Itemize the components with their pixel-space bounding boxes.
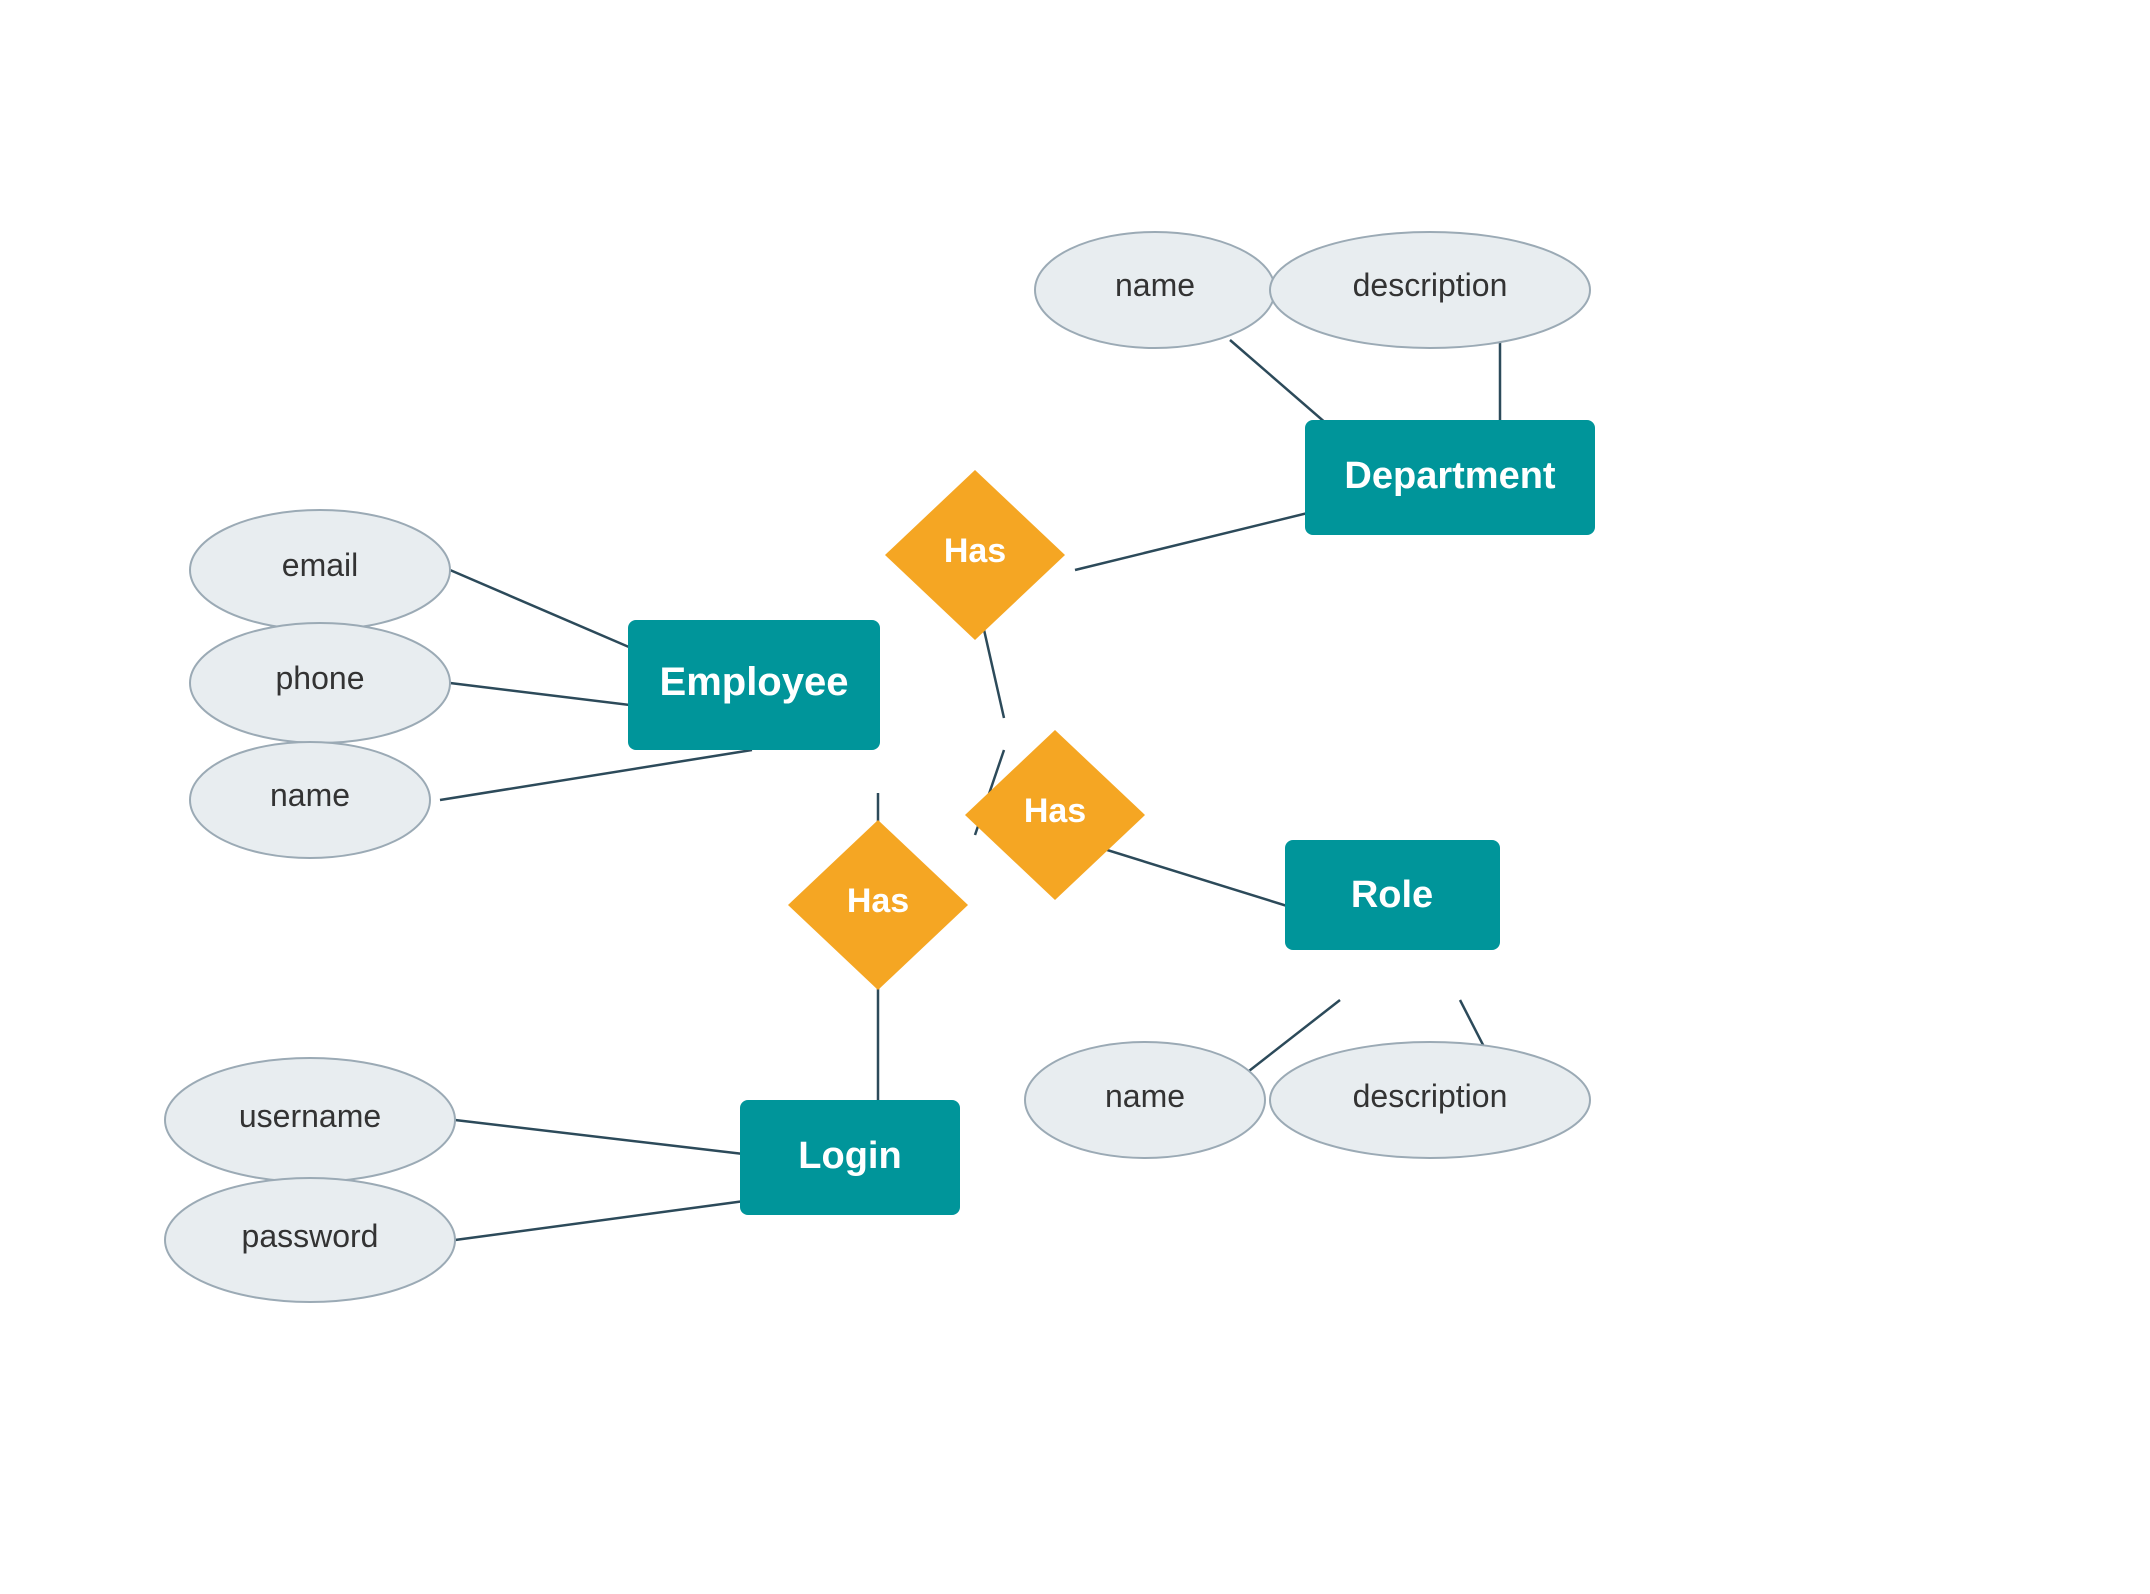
attribute-email-label: email xyxy=(282,547,358,583)
attribute-role-description-label: description xyxy=(1353,1078,1508,1114)
relationship-has-login-label: Has xyxy=(847,882,909,920)
attribute-password-label: password xyxy=(242,1218,379,1254)
attribute-username-label: username xyxy=(239,1098,381,1134)
relationship-has-department-label: Has xyxy=(944,532,1006,570)
relationship-has-role-label: Has xyxy=(1024,792,1086,830)
attribute-dept-description-label: description xyxy=(1353,267,1508,303)
attribute-name-employee-label: name xyxy=(270,777,350,813)
entity-role-label: Role xyxy=(1351,874,1433,916)
entity-login-label: Login xyxy=(798,1135,901,1177)
attribute-dept-name-label: name xyxy=(1115,267,1195,303)
entity-employee-label: Employee xyxy=(660,660,849,704)
attribute-role-name-label: name xyxy=(1105,1078,1185,1114)
entity-department-label: Department xyxy=(1344,455,1555,497)
attribute-phone-label: phone xyxy=(276,660,365,696)
